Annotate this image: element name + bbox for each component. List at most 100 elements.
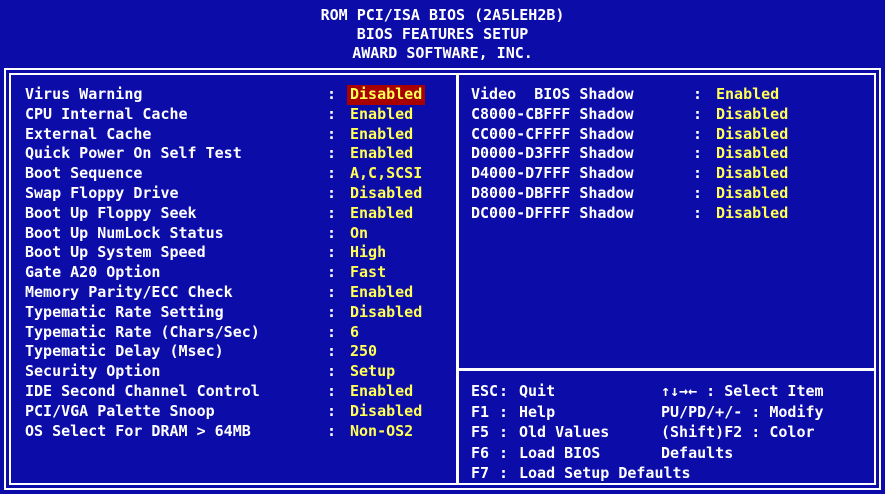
setting-row[interactable]: Typematic Delay (Msec):250 [25, 342, 425, 362]
setting-row[interactable]: CPU Internal Cache: Enabled [25, 105, 425, 125]
vendor-name: AWARD SOFTWARE, INC. [352, 44, 533, 62]
setting-label: Typematic Rate Setting [25, 302, 224, 321]
setting-label: C8000-CBFFF Shadow [471, 104, 634, 123]
setting-row[interactable]: DC000-DFFFF Shadow: Disabled [471, 204, 791, 224]
setting-colon: : [327, 223, 337, 242]
setting-value[interactable]: High [347, 243, 389, 263]
setting-colon: : [327, 243, 337, 262]
setting-label: Gate A20 Option [25, 263, 161, 282]
setting-value[interactable]: Fast [347, 263, 389, 283]
setting-colon: : [693, 183, 703, 202]
setting-value[interactable]: Enabled [347, 382, 416, 402]
setting-value[interactable]: Disabled [713, 164, 791, 184]
setting-row[interactable]: Security Option: Setup [25, 362, 425, 382]
help-action: Load BIOS [519, 443, 601, 462]
setting-row[interactable]: Typematic Rate (Chars/Sec):6 [25, 323, 425, 343]
setting-value[interactable]: Disabled [347, 402, 425, 422]
setting-label: OS Select For DRAM > 64MB [25, 421, 251, 440]
setting-value[interactable]: Non-OS2 [347, 422, 416, 442]
help-row: ESC: Quit ↑↓→← : Select Item [471, 381, 824, 402]
setting-row[interactable]: Boot Up NumLock Status: On [25, 224, 425, 244]
setting-label: Virus Warning [25, 85, 143, 103]
help-key: F7 [471, 464, 490, 482]
help-action: Old Values [519, 423, 610, 441]
setting-colon: : [693, 104, 703, 123]
setting-value[interactable]: Disabled [713, 204, 791, 224]
setting-row[interactable]: CC000-CFFFF Shadow: Disabled [471, 125, 791, 145]
help-colon: : [499, 443, 509, 462]
setting-value[interactable]: A,C,SCSI [347, 164, 425, 184]
help-hint: Defaults [661, 443, 734, 462]
setting-value[interactable]: Enabled [347, 105, 416, 125]
help-hint: (Shift)F2 : Color [661, 423, 815, 441]
setting-label: Quick Power On Self Test [25, 144, 242, 163]
help-colon: : [499, 464, 509, 482]
setting-value[interactable]: Disabled [713, 125, 791, 145]
setting-label: D4000-D7FFF Shadow [471, 164, 634, 183]
setting-row[interactable]: C8000-CBFFF Shadow: Disabled [471, 105, 791, 125]
setting-row[interactable]: Typematic Rate Setting: Disabled [25, 303, 425, 323]
setting-colon: : [327, 302, 337, 321]
help-hint: PU/PD/+/- : Modify [661, 402, 824, 421]
setting-colon: : [327, 282, 337, 301]
help-row: F6: Load BIOS Defaults [471, 443, 824, 464]
setting-colon: : [327, 362, 337, 381]
setting-value[interactable]: Disabled [347, 303, 425, 323]
bios-header: ROM PCI/ISA BIOS (2A5LEH2B) BIOS FEATURE… [0, 0, 885, 66]
help-key: ESC [471, 382, 499, 400]
help-row: F7: Load Setup Defaults [471, 463, 824, 484]
setting-row[interactable]: Virus Warning: Disabled [25, 85, 426, 105]
setting-row[interactable]: Boot Sequence: A,C,SCSI [25, 164, 425, 184]
setting-colon: : [327, 104, 337, 123]
setting-row[interactable]: Boot Up System Speed: High [25, 243, 425, 263]
setting-label: Boot Up NumLock Status [25, 223, 224, 242]
setting-value[interactable]: 6 [347, 323, 362, 343]
setting-value[interactable]: Enabled [347, 204, 416, 224]
setting-value[interactable]: Enabled [713, 85, 782, 105]
vertical-divider [456, 73, 459, 485]
setting-colon: : [327, 381, 337, 400]
setting-value[interactable]: Disabled [713, 144, 791, 164]
setting-value[interactable]: Disabled [347, 184, 425, 204]
setting-row[interactable]: Quick Power On Self Test: Enabled [25, 144, 425, 164]
help-colon: : [499, 382, 509, 400]
setting-value[interactable]: 250 [347, 342, 380, 362]
setting-row[interactable]: Swap Floppy Drive: Disabled [25, 184, 425, 204]
setting-row[interactable]: Gate A20 Option: Fast [25, 263, 425, 283]
setting-row[interactable]: IDE Second Channel Control: Enabled [25, 382, 425, 402]
setting-colon: : [327, 144, 337, 163]
setting-label: Swap Floppy Drive [25, 183, 179, 202]
setting-value[interactable]: Disabled [713, 184, 791, 204]
setting-value[interactable]: Enabled [347, 283, 416, 303]
help-row: F1: Help PU/PD/+/- : Modify [471, 402, 824, 423]
help-row: F5: Old Values (Shift)F2 : Color [471, 422, 824, 443]
setting-value[interactable]: Disabled [347, 85, 426, 105]
setting-colon: : [327, 263, 337, 282]
setting-label: CPU Internal Cache [25, 104, 188, 123]
shadow-settings-list: Video BIOS Shadow: Enabled C8000-CBFFF Sha… [471, 85, 791, 224]
setting-label: CC000-CFFFF Shadow [471, 124, 634, 143]
help-colon: : [499, 423, 509, 441]
setting-row[interactable]: PCI/VGA Palette Snoop: Disabled [25, 402, 425, 422]
setting-value[interactable]: Enabled [347, 144, 416, 164]
setting-row[interactable]: D4000-D7FFF Shadow: Disabled [471, 164, 791, 184]
help-key: F1 [471, 402, 490, 421]
setting-label: External Cache [25, 124, 152, 143]
setting-value[interactable]: Enabled [347, 125, 416, 145]
setting-row[interactable]: D8000-DBFFF Shadow: Disabled [471, 184, 791, 204]
setting-label: Boot Sequence [25, 164, 143, 183]
key-help-panel: ESC: Quit ↑↓→← : Select Item F1: Help PU/PD/+… [471, 381, 824, 484]
setting-row[interactable]: Video BIOS Shadow: Enabled [471, 85, 791, 105]
setting-row[interactable]: Memory Parity/ECC Check: Enabled [25, 283, 425, 303]
page-title: BIOS FEATURES SETUP [356, 25, 529, 43]
setting-row[interactable]: External Cache: Enabled [25, 125, 425, 145]
setting-value[interactable]: Setup [347, 362, 398, 382]
help-action: Help [519, 402, 556, 421]
setting-label: DC000-DFFFF Shadow [471, 203, 634, 222]
setting-row[interactable]: Boot Up Floppy Seek: Enabled [25, 204, 425, 224]
setting-value[interactable]: Disabled [713, 105, 791, 125]
setting-value[interactable]: On [347, 224, 371, 244]
bios-version-title: ROM PCI/ISA BIOS (2A5LEH2B) [320, 6, 565, 24]
setting-row[interactable]: OS Select For DRAM > 64MB: Non-OS2 [25, 422, 425, 442]
setting-row[interactable]: D0000-D3FFF Shadow: Disabled [471, 144, 791, 164]
